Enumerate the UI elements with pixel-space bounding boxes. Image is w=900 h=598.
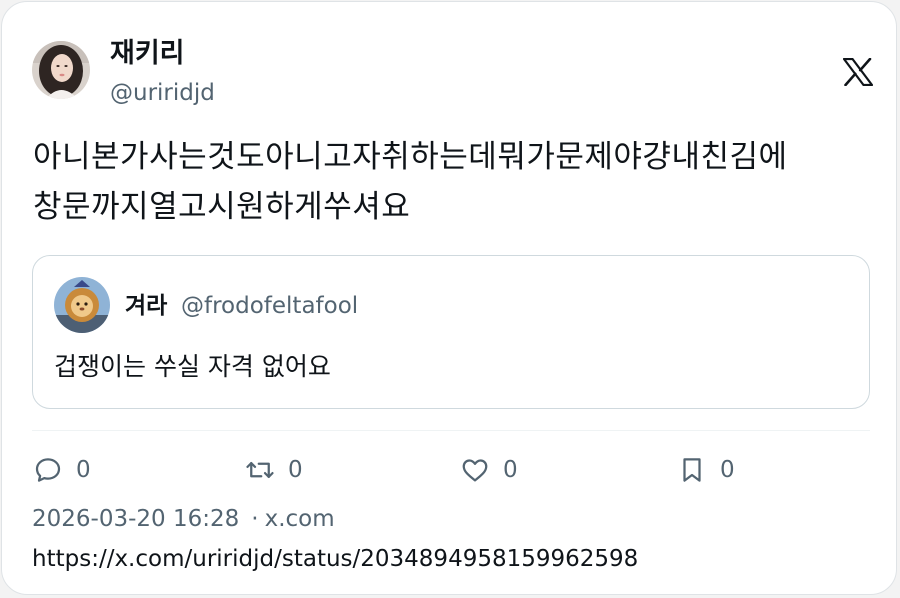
quoted-text: 겁쟁이는 쑤실 자격 없어요 xyxy=(54,352,331,381)
bookmark-button[interactable]: 0 xyxy=(677,453,735,487)
retweet-count: 0 xyxy=(288,457,303,483)
like-count: 0 xyxy=(503,457,518,483)
meta-separator: · xyxy=(251,506,259,532)
quoted-tweet[interactable]: 겨라 @frodofeltafool 겁쟁이는 쑤실 자격 없어요 xyxy=(32,255,870,409)
source-link[interactable]: x.com xyxy=(265,506,335,532)
bookmark-count: 0 xyxy=(720,457,735,483)
tweet-meta: 2026-03-20 16:28 · x.com xyxy=(32,504,335,534)
profile-photo-icon xyxy=(32,41,90,99)
x-logo-icon[interactable] xyxy=(842,57,874,87)
timestamp[interactable]: 2026-03-20 16:28 xyxy=(32,506,239,532)
tweet-text-line-2: 창문까지열고시원하게쑤셔요 xyxy=(33,189,411,225)
tweet-text-line-1: 아니본가사는것도아니고자취하는데뭐가문제야걍내친김에 xyxy=(33,139,788,175)
status-url[interactable]: https://x.com/uriridjd/status/2034894958… xyxy=(32,544,638,574)
author-avatar[interactable] xyxy=(32,41,90,99)
bookmark-icon xyxy=(683,458,701,482)
tweet-text: 아니본가사는것도아니고자취하는데뭐가문제야걍내친김에 창문까지열고시원하게쑤셔요 xyxy=(33,132,878,232)
tweet-card: 재키리 @uriridjd 아니본가사는것도아니고자취하는데뭐가문제야걍내친김에… xyxy=(1,1,897,595)
author-handle[interactable]: @uriridjd xyxy=(110,78,215,108)
quoted-handle[interactable]: @frodofeltafool xyxy=(181,292,358,320)
cartoon-lion-avatar-icon xyxy=(54,277,110,333)
quoted-display-name[interactable]: 겨라 xyxy=(125,292,167,320)
author-display-name[interactable]: 재키리 xyxy=(110,38,185,70)
heart-icon xyxy=(462,459,488,482)
divider xyxy=(32,430,870,431)
quoted-avatar[interactable] xyxy=(54,277,110,333)
reply-icon xyxy=(35,458,61,482)
retweet-button[interactable]: 0 xyxy=(245,453,303,487)
like-button[interactable]: 0 xyxy=(460,453,518,487)
reply-count: 0 xyxy=(76,457,91,483)
reply-button[interactable]: 0 xyxy=(33,453,91,487)
retweet-icon xyxy=(246,462,274,478)
